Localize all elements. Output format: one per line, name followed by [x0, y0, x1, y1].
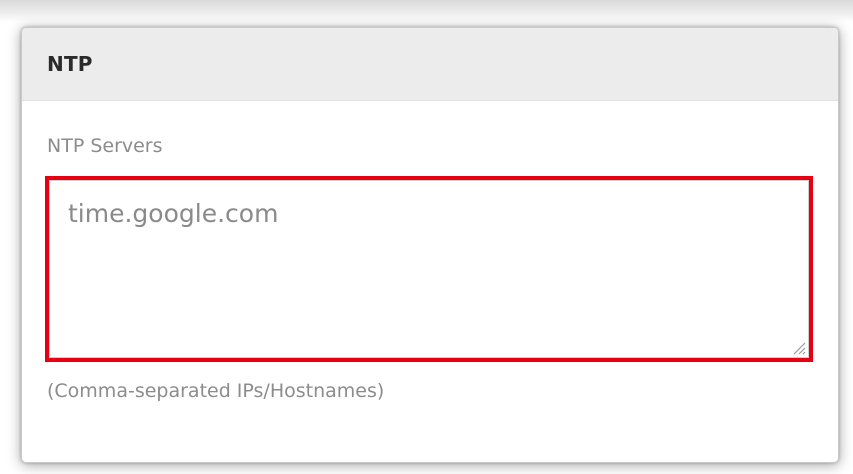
- ntp-settings-panel: NTP NTP Servers time.google.com (Comma-s…: [21, 27, 839, 463]
- ntp-servers-label: NTP Servers: [47, 135, 163, 157]
- ntp-servers-textarea[interactable]: time.google.com: [49, 180, 809, 358]
- ntp-servers-hint: (Comma-separated IPs/Hostnames): [47, 380, 385, 402]
- screenshot-stage: NTP NTP Servers time.google.com (Comma-s…: [0, 0, 853, 474]
- highlight-box: time.google.com: [45, 176, 813, 362]
- panel-title: NTP: [47, 52, 93, 76]
- resize-grip-icon[interactable]: [792, 341, 806, 355]
- panel-header: NTP: [22, 28, 838, 101]
